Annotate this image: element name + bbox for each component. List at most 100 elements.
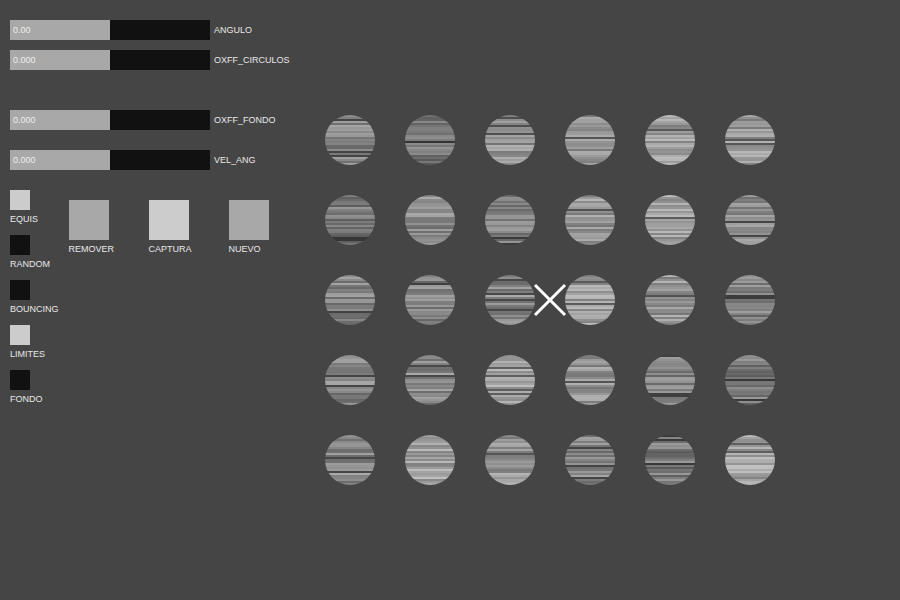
circle-cell [310, 260, 390, 340]
toggle[interactable]: EQUIS [10, 190, 59, 235]
circle-cell [390, 180, 470, 260]
circle-cell [710, 100, 790, 180]
striped-circle [405, 435, 455, 485]
slider-row: 0.00 ANGULO [10, 20, 310, 40]
control-panel: 0.00 ANGULO 0.000 OXFF_CIRCULOS 0.000 OXFF_FO… [0, 0, 310, 600]
slider-label: OXFF_CIRCULOS [214, 55, 290, 65]
toggle-list: EQUIS RANDOM BOUNCING LIMITES FONDO [10, 190, 59, 415]
striped-circle [485, 435, 535, 485]
circle-cell [310, 180, 390, 260]
circle-cell [550, 260, 630, 340]
slider-label: OXFF_FONDO [214, 115, 276, 125]
circle-cell [550, 340, 630, 420]
slider-row: 0.000 VEL_ANG [10, 150, 310, 170]
slider-row: 0.000 OXFF_FONDO [10, 110, 310, 130]
circle-cell [470, 180, 550, 260]
app-window: 0.00 ANGULO 0.000 OXFF_CIRCULOS 0.000 OXFF_FO… [0, 0, 900, 600]
circle-cell [710, 420, 790, 500]
striped-circle [485, 355, 535, 405]
striped-circle [565, 115, 615, 165]
circle-cell [390, 420, 470, 500]
slider-label: VEL_ANG [214, 155, 256, 165]
striped-circle [325, 115, 375, 165]
toggle-label: FONDO [10, 394, 59, 404]
slider-value: 0.000 [13, 55, 36, 65]
striped-circle [645, 355, 695, 405]
slider-track[interactable]: 0.00 [10, 20, 210, 40]
toggle[interactable]: BOUNCING [10, 280, 59, 325]
toggle-box[interactable] [10, 325, 30, 345]
button-box[interactable] [69, 200, 109, 240]
slider-track[interactable]: 0.000 [10, 110, 210, 130]
circle-cell [630, 180, 710, 260]
striped-circle [565, 355, 615, 405]
striped-circle [645, 435, 695, 485]
button-label: NUEVO [229, 244, 269, 254]
striped-circle [725, 195, 775, 245]
circle-cell [470, 100, 550, 180]
striped-circle [565, 435, 615, 485]
striped-circle [565, 195, 615, 245]
slider-track[interactable]: 0.000 [10, 150, 210, 170]
toggle[interactable]: LIMITES [10, 325, 59, 370]
circle-cell [470, 340, 550, 420]
button-label: REMOVER [69, 244, 109, 254]
slider-value: 0.00 [13, 25, 31, 35]
circle-cell [630, 260, 710, 340]
circle-cell [550, 180, 630, 260]
toggle-box[interactable] [10, 190, 30, 210]
toggle-label: LIMITES [10, 349, 59, 359]
slider-label: ANGULO [214, 25, 252, 35]
striped-circle [725, 275, 775, 325]
circle-cell [310, 100, 390, 180]
toggle-button-area: EQUIS RANDOM BOUNCING LIMITES FONDO REMOVER CA… [10, 190, 310, 415]
striped-circle [325, 355, 375, 405]
striped-circle [725, 355, 775, 405]
striped-circle [725, 115, 775, 165]
striped-circle [645, 115, 695, 165]
circle-cell [710, 260, 790, 340]
circle-cell [390, 100, 470, 180]
toggle[interactable]: RANDOM [10, 235, 59, 280]
circle-cell [710, 340, 790, 420]
button-label: CAPTURA [149, 244, 189, 254]
toggle-label: RANDOM [10, 259, 59, 269]
striped-circle [725, 435, 775, 485]
toggle-box[interactable] [10, 370, 30, 390]
toggle-label: BOUNCING [10, 304, 59, 314]
striped-circle [325, 275, 375, 325]
button-box[interactable] [229, 200, 269, 240]
circle-cell [630, 420, 710, 500]
striped-circle [405, 355, 455, 405]
circle-cell [550, 100, 630, 180]
striped-circle [485, 115, 535, 165]
circle-cell [470, 420, 550, 500]
action-button[interactable]: CAPTURA [149, 200, 189, 260]
x-marker-icon [533, 283, 567, 317]
action-button[interactable]: NUEVO [229, 200, 269, 260]
slider-track[interactable]: 0.000 [10, 50, 210, 70]
circle-cell [310, 340, 390, 420]
circle-cell [630, 340, 710, 420]
striped-circle [325, 435, 375, 485]
circle-cell [310, 420, 390, 500]
striped-circle [645, 275, 695, 325]
striped-circle [485, 195, 535, 245]
toggle-box[interactable] [10, 280, 30, 300]
button-row: REMOVER CAPTURA NUEVO [69, 200, 269, 260]
striped-circle [645, 195, 695, 245]
slider-value: 0.000 [13, 155, 36, 165]
toggle[interactable]: FONDO [10, 370, 59, 415]
canvas [310, 0, 790, 600]
striped-circle [405, 275, 455, 325]
toggle-box[interactable] [10, 235, 30, 255]
striped-circle [565, 275, 615, 325]
toggle-label: EQUIS [10, 214, 59, 224]
circle-cell [390, 260, 470, 340]
action-button[interactable]: REMOVER [69, 200, 109, 260]
button-box[interactable] [149, 200, 189, 240]
circle-grid [310, 100, 790, 500]
slider-value: 0.000 [13, 115, 36, 125]
circle-cell [470, 260, 550, 340]
circle-cell [710, 180, 790, 260]
